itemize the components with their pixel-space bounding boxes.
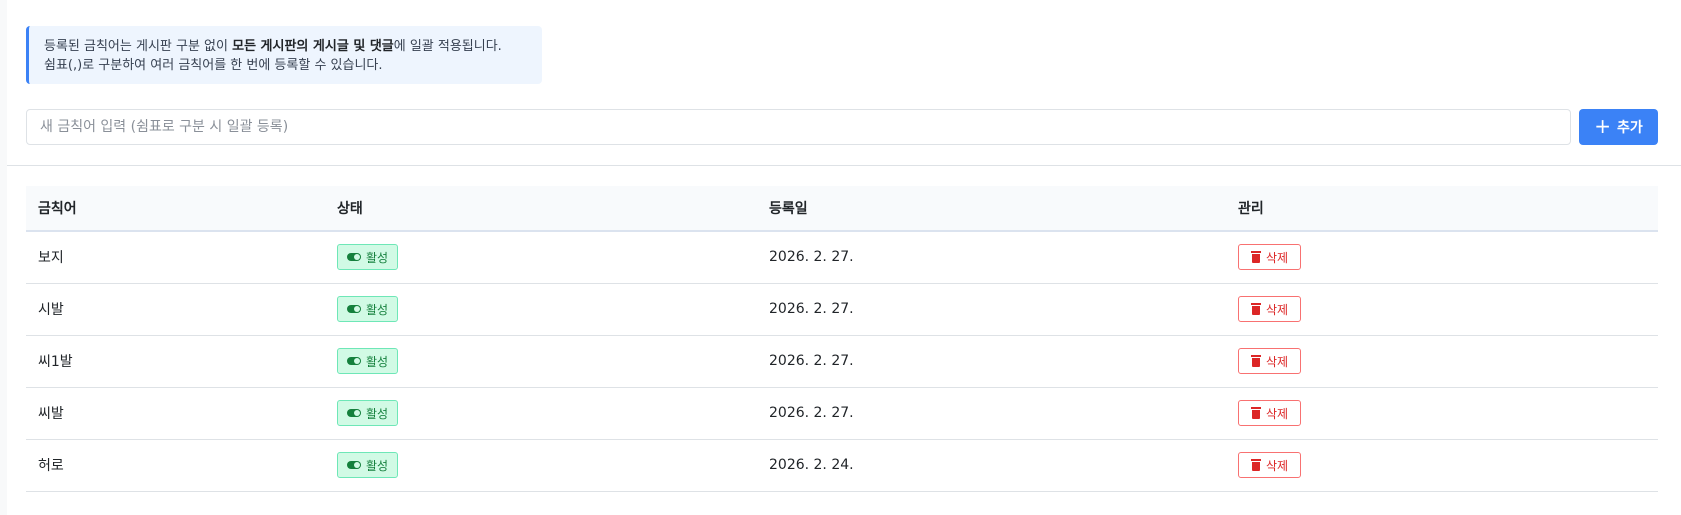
table-row: 허로 활성 2026. 2. 24. 삭제 <box>26 439 1658 491</box>
actions-cell: 삭제 <box>1226 439 1658 491</box>
status-cell: 활성 <box>325 387 757 439</box>
word-cell: 씨발 <box>38 406 64 422</box>
status-badge[interactable]: 활성 <box>337 348 399 374</box>
notice-emphasis: 모든 게시판의 게시글 및 댓글 <box>232 39 394 54</box>
banned-words-panel: 등록된 금칙어는 게시판 구분 없이 모든 게시판의 게시글 및 댓글에 일괄 … <box>7 0 1681 515</box>
delete-button[interactable]: 삭제 <box>1238 452 1302 478</box>
date-cell: 2026. 2. 27. <box>769 405 854 421</box>
date-cell: 2026. 2. 27. <box>769 301 854 317</box>
actions-cell: 삭제 <box>1226 335 1658 387</box>
trash-icon <box>1251 459 1261 471</box>
table-row: 시발 활성 2026. 2. 27. 삭제 <box>26 283 1658 335</box>
add-button-label: 추가 <box>1617 120 1643 136</box>
table-row: 씨1발 활성 2026. 2. 27. 삭제 <box>26 335 1658 387</box>
status-cell: 활성 <box>325 439 757 491</box>
banned-words-table: 금칙어 상태 등록일 관리 보지 활성 2026. 2. 27. 삭제 시발 활성 2026… <box>26 186 1658 492</box>
info-notice: 등록된 금칙어는 게시판 구분 없이 모든 게시판의 게시글 및 댓글에 일괄 … <box>26 26 542 84</box>
status-cell: 활성 <box>325 231 757 283</box>
actions-cell: 삭제 <box>1226 231 1658 283</box>
add-button[interactable]: + 추가 <box>1579 109 1658 145</box>
delete-button[interactable]: 삭제 <box>1238 296 1302 322</box>
header-status: 상태 <box>337 201 363 217</box>
new-word-input[interactable] <box>26 109 1571 145</box>
trash-icon <box>1251 251 1261 264</box>
word-cell: 보지 <box>38 250 64 267</box>
toggle-on-icon <box>347 357 361 365</box>
date-cell: 2026. 2. 24. <box>769 457 854 473</box>
actions-cell: 삭제 <box>1226 283 1658 335</box>
table-row: 씨발 활성 2026. 2. 27. 삭제 <box>26 387 1658 439</box>
trash-icon <box>1251 303 1261 315</box>
status-badge[interactable]: 활성 <box>337 296 399 322</box>
status-label: 활성 <box>366 458 389 473</box>
date-cell: 2026. 2. 27. <box>769 249 854 266</box>
word-cell: 시발 <box>38 302 64 318</box>
delete-button[interactable]: 삭제 <box>1238 244 1302 271</box>
header-date: 등록일 <box>769 201 808 217</box>
status-badge[interactable]: 활성 <box>337 452 399 478</box>
delete-button[interactable]: 삭제 <box>1238 348 1302 374</box>
delete-label: 삭제 <box>1266 406 1289 421</box>
delete-label: 삭제 <box>1266 354 1289 369</box>
notice-line-2: 쉼표(,)로 구분하여 여러 금칙어를 한 번에 등록할 수 있습니다. <box>44 58 383 73</box>
status-label: 활성 <box>366 250 389 265</box>
status-cell: 활성 <box>325 335 757 387</box>
header-word: 금칙어 <box>38 201 77 217</box>
toggle-on-icon <box>347 461 361 469</box>
toggle-on-icon <box>347 253 361 262</box>
status-label: 활성 <box>366 354 389 369</box>
delete-button[interactable]: 삭제 <box>1238 400 1302 426</box>
word-cell: 씨1발 <box>38 354 73 370</box>
status-label: 활성 <box>366 302 389 317</box>
status-label: 활성 <box>366 406 389 421</box>
trash-icon <box>1251 407 1261 419</box>
notice-line-1: 등록된 금칙어는 게시판 구분 없이 모든 게시판의 게시글 및 댓글에 일괄 … <box>44 39 502 54</box>
actions-cell: 삭제 <box>1226 387 1658 439</box>
table-header-row: 금칙어 상태 등록일 관리 <box>26 186 1658 231</box>
plus-icon: + <box>1594 114 1611 138</box>
status-cell: 활성 <box>325 283 757 335</box>
delete-label: 삭제 <box>1266 250 1289 265</box>
toggle-on-icon <box>347 409 361 417</box>
table-row: 보지 활성 2026. 2. 27. 삭제 <box>26 231 1658 283</box>
status-badge[interactable]: 활성 <box>337 400 399 426</box>
status-badge[interactable]: 활성 <box>337 244 399 271</box>
header-actions: 관리 <box>1238 201 1264 217</box>
word-cell: 허로 <box>38 458 64 474</box>
divider <box>7 165 1681 166</box>
toggle-on-icon <box>347 305 361 313</box>
date-cell: 2026. 2. 27. <box>769 353 854 369</box>
trash-icon <box>1251 355 1261 367</box>
delete-label: 삭제 <box>1266 302 1289 317</box>
delete-label: 삭제 <box>1266 458 1289 473</box>
add-word-form: + 추가 <box>26 109 1668 145</box>
